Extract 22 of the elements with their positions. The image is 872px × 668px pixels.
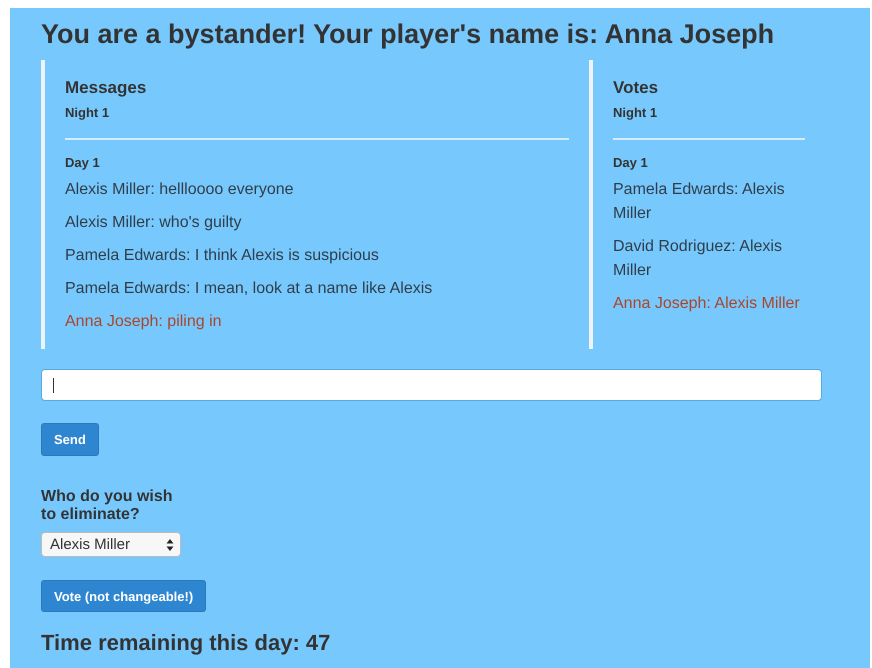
panel-title: Messages <box>65 77 148 99</box>
chat-message: Pamela Edwards: I mean, look at a name like Alexis <box>65 279 434 299</box>
page-heading: You are a bystander! Your player's name is: Anna Joseph <box>41 18 776 50</box>
player-select[interactable]: Alexis Miller <box>41 532 181 557</box>
vote-entry: Pamela Edwards: Alexis Miller <box>613 180 786 224</box>
chat-message: Anna Joseph: piling in <box>65 312 223 332</box>
chat-message: Alexis Miller: hellloooo everyone <box>65 180 295 200</box>
section-label: Day 1 <box>65 154 101 172</box>
panel-title: Votes <box>613 77 660 99</box>
section-label: Day 1 <box>613 154 649 172</box>
section-label: Night 1 <box>613 104 658 122</box>
send-button[interactable]: Send <box>41 423 99 456</box>
vote-entry: Anna Joseph: Alexis Miller <box>613 294 801 314</box>
time-remaining: Time remaining this day: 47 <box>41 630 332 656</box>
chat-message: Pamela Edwards: I think Alexis is suspicious <box>65 246 380 266</box>
vote-prompt: Who do you wish to eliminate? <box>41 488 174 524</box>
chat-message: Alexis Miller: who's guilty <box>65 213 242 233</box>
vote-button[interactable]: Vote (not changeable!) <box>41 580 206 612</box>
message-input-field[interactable] <box>41 369 822 401</box>
select-arrows-icon <box>166 538 174 552</box>
section-label: Night 1 <box>65 104 110 122</box>
vote-entry: David Rodriguez: Alexis Miller <box>613 237 783 281</box>
